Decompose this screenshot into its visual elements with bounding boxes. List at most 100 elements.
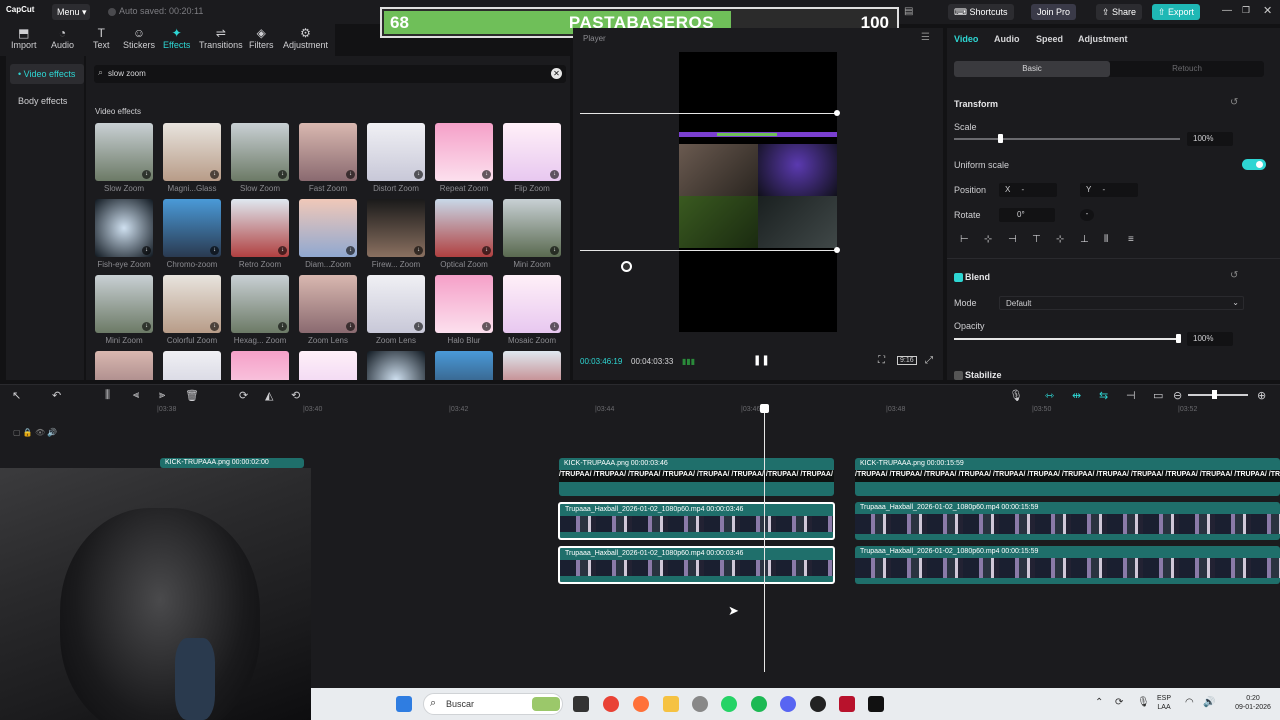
delete-icon[interactable]: 🗑: [185, 389, 199, 402]
download-icon[interactable]: ↓: [482, 246, 491, 255]
tab-effects[interactable]: ✦ Effects: [163, 26, 190, 50]
effect-tile[interactable]: [231, 351, 289, 380]
export-button[interactable]: ⇧ Export: [1152, 4, 1201, 20]
obs-icon[interactable]: [810, 696, 826, 712]
select-tool-icon[interactable]: ↖: [12, 389, 21, 402]
sidebar-item-body-effects[interactable]: Body effects: [10, 91, 84, 111]
crop-icon[interactable]: ⛶: [878, 355, 885, 366]
download-icon[interactable]: ↓: [550, 170, 559, 179]
capcut-icon[interactable]: [868, 696, 884, 712]
download-icon[interactable]: ↓: [142, 322, 151, 331]
download-icon[interactable]: ↓: [142, 170, 151, 179]
effect-tile[interactable]: ↓: [163, 275, 221, 333]
whatsapp-icon[interactable]: [721, 696, 737, 712]
share-button[interactable]: ⇪ Share: [1096, 4, 1143, 20]
distribute-h-icon[interactable]: ⫴: [1104, 234, 1108, 245]
wifi-icon[interactable]: ◠: [1185, 697, 1194, 708]
tray-app-icon[interactable]: ⟳: [1115, 697, 1123, 708]
download-icon[interactable]: ↓: [550, 322, 559, 331]
rotate-handle-icon[interactable]: [621, 261, 632, 272]
rotate-icon[interactable]: ⟲: [291, 389, 300, 402]
effect-tile[interactable]: ↓: [231, 275, 289, 333]
png-clip[interactable]: KICK-TRUPAAA.png 00:00:03:46 /TRUPAA/ /T…: [559, 458, 834, 496]
pause-icon[interactable]: ❚❚: [753, 355, 770, 366]
download-icon[interactable]: ↓: [414, 170, 423, 179]
fullscreen-icon[interactable]: ⤢: [925, 355, 933, 366]
tab-filters[interactable]: ◈ Filters: [249, 26, 274, 50]
player-menu-icon[interactable]: ☰: [921, 32, 930, 43]
effect-tile[interactable]: ↓: [95, 275, 153, 333]
download-icon[interactable]: ↓: [278, 170, 287, 179]
zoom-knob[interactable]: [1212, 390, 1217, 399]
effects-search-field[interactable]: ⌕ slow zoom ✕: [94, 65, 566, 83]
menu-button[interactable]: Menu ▾: [52, 4, 90, 20]
chrome-icon[interactable]: [603, 696, 619, 712]
effect-tile[interactable]: ↓: [299, 199, 357, 257]
settings-icon[interactable]: [692, 696, 708, 712]
position-x-field[interactable]: X -: [999, 183, 1057, 197]
segment-retouch[interactable]: Retouch: [1110, 61, 1264, 77]
scale-value[interactable]: 100%: [1187, 132, 1233, 146]
rotate-field[interactable]: 0°: [999, 208, 1055, 222]
snap-icon[interactable]: ⇹: [1072, 389, 1081, 402]
download-icon[interactable]: ↓: [414, 322, 423, 331]
search-input[interactable]: slow zoom: [108, 69, 146, 78]
tray-mic-icon[interactable]: 🎙: [1137, 697, 1150, 708]
video-canvas[interactable]: [679, 52, 837, 332]
align-left-icon[interactable]: ⊢: [960, 234, 969, 245]
tab-text[interactable]: T Text: [93, 26, 110, 50]
tab-audio[interactable]: Audio: [994, 34, 1020, 44]
app-icon[interactable]: [839, 696, 855, 712]
align-center-h-icon[interactable]: ⊹: [984, 234, 992, 245]
scale-slider[interactable]: [954, 138, 1180, 140]
tab-video[interactable]: Video: [954, 34, 978, 44]
effect-tile[interactable]: [503, 351, 561, 380]
effect-tile[interactable]: [435, 351, 493, 380]
resize-handle[interactable]: [834, 110, 840, 116]
track-controls-icons[interactable]: ▢ 🔒 👁 🔊: [13, 428, 57, 437]
split-left-icon[interactable]: ⫷: [133, 389, 139, 402]
tab-stickers[interactable]: ☺ Stickers: [123, 26, 155, 50]
effect-tile[interactable]: ↓: [503, 123, 561, 181]
firefox-icon[interactable]: [633, 696, 649, 712]
download-icon[interactable]: ↓: [210, 322, 219, 331]
video-clip[interactable]: Trupaaa_Haxball_2026-01-02_1080p60.mp4 0…: [855, 502, 1280, 540]
clear-search-icon[interactable]: ✕: [551, 68, 562, 79]
effect-tile[interactable]: [95, 351, 153, 380]
opacity-slider[interactable]: [954, 338, 1180, 340]
zoom-slider[interactable]: [1188, 394, 1248, 396]
taskbar-search[interactable]: ⌕ Buscar: [423, 693, 563, 715]
download-icon[interactable]: ↓: [482, 322, 491, 331]
effect-tile[interactable]: ↓: [503, 275, 561, 333]
link-icon[interactable]: ⇿: [1045, 389, 1054, 402]
effect-tile[interactable]: ↓: [435, 123, 493, 181]
tab-adjustment[interactable]: ⚙ Adjustment: [283, 26, 328, 50]
close-icon[interactable]: ✕: [1263, 4, 1272, 17]
undo-icon[interactable]: ↶: [52, 389, 61, 402]
maximize-icon[interactable]: ❐: [1242, 5, 1250, 16]
scale-knob[interactable]: [998, 134, 1003, 143]
tray-chevron-icon[interactable]: ⌃: [1095, 697, 1103, 708]
png-clip[interactable]: KICK-TRUPAAA.png 00:00:02:00: [160, 458, 304, 468]
rotate-direction-button[interactable]: -: [1080, 209, 1094, 221]
video-clip[interactable]: Trupaaa_Haxball_2026-01-02_1080p60.mp4 0…: [855, 546, 1280, 584]
discord-icon[interactable]: [780, 696, 796, 712]
png-clip[interactable]: KICK-TRUPAAA.png 00:00:15:59 /TRUPAA/ /T…: [855, 458, 1280, 496]
join-pro-button[interactable]: Join Pro: [1031, 4, 1077, 20]
download-icon[interactable]: ↓: [278, 246, 287, 255]
download-icon[interactable]: ↓: [142, 246, 151, 255]
effect-tile[interactable]: ↓: [299, 123, 357, 181]
sidebar-item-video-effects[interactable]: • Video effects: [10, 64, 84, 84]
effect-tile[interactable]: ↓: [367, 199, 425, 257]
video-clip[interactable]: Trupaaa_Haxball_2026-01-02_1080p60.mp4 0…: [558, 546, 835, 584]
segment-basic[interactable]: Basic: [954, 61, 1110, 77]
split-right-icon[interactable]: ⫸: [159, 389, 165, 402]
video-clip[interactable]: Trupaaa_Haxball_2026-01-02_1080p60.mp4 0…: [558, 502, 835, 540]
effect-tile[interactable]: ↓: [95, 123, 153, 181]
layout-icon[interactable]: ▤: [904, 6, 913, 17]
caption-icon[interactable]: ▭: [1153, 389, 1163, 402]
effect-tile[interactable]: ↓: [503, 199, 561, 257]
zoom-out-icon[interactable]: ⊖: [1173, 389, 1182, 402]
language-indicator[interactable]: ESP LAA: [1157, 694, 1171, 712]
tab-audio[interactable]: ◔ Audio: [51, 26, 74, 50]
